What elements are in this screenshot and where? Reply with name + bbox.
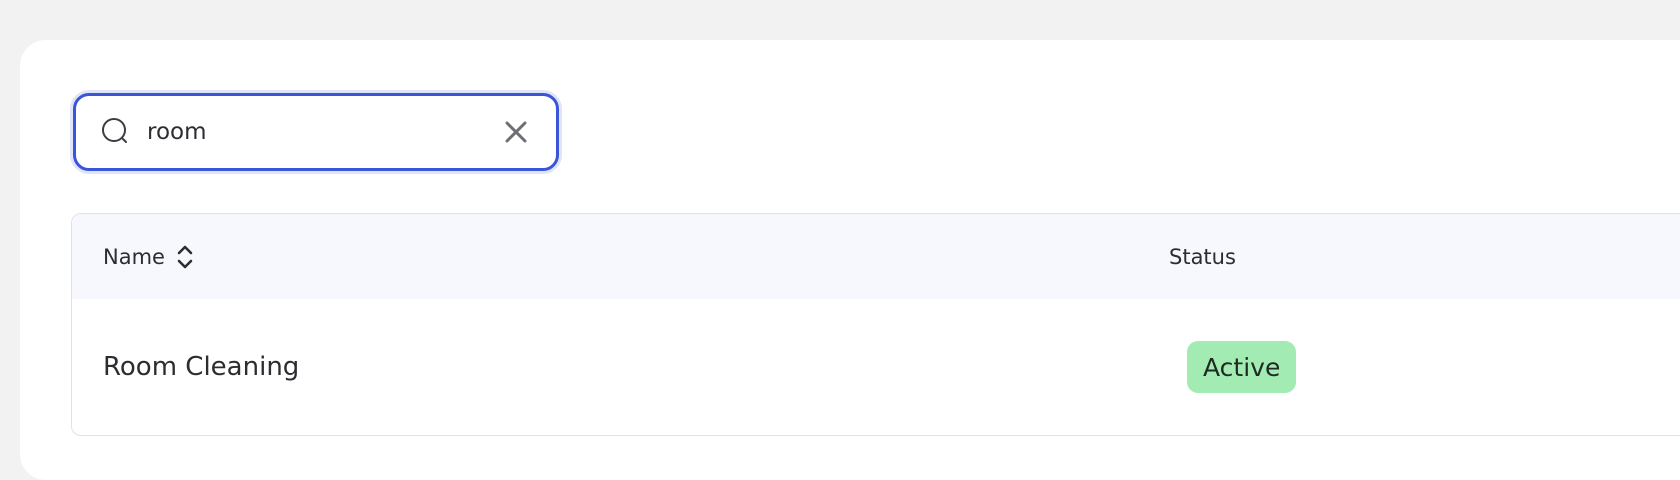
column-header-label: Name: [103, 244, 165, 269]
column-header-label: Status: [1169, 244, 1236, 269]
column-header-name[interactable]: Name: [103, 214, 195, 299]
row-name: Room Cleaning: [103, 352, 300, 382]
search-box[interactable]: [73, 93, 559, 171]
table-header: Name Status: [72, 214, 1680, 299]
table-row[interactable]: Room Cleaning Active: [72, 299, 1680, 435]
close-icon[interactable]: [502, 118, 530, 146]
status-badge: Active: [1187, 341, 1297, 393]
data-table: Name Status Room Cleaning Active: [71, 213, 1680, 436]
sort-icon[interactable]: [175, 243, 195, 271]
column-header-status: Status: [1169, 214, 1236, 299]
search-icon: [102, 118, 127, 143]
search-input[interactable]: [147, 119, 492, 145]
